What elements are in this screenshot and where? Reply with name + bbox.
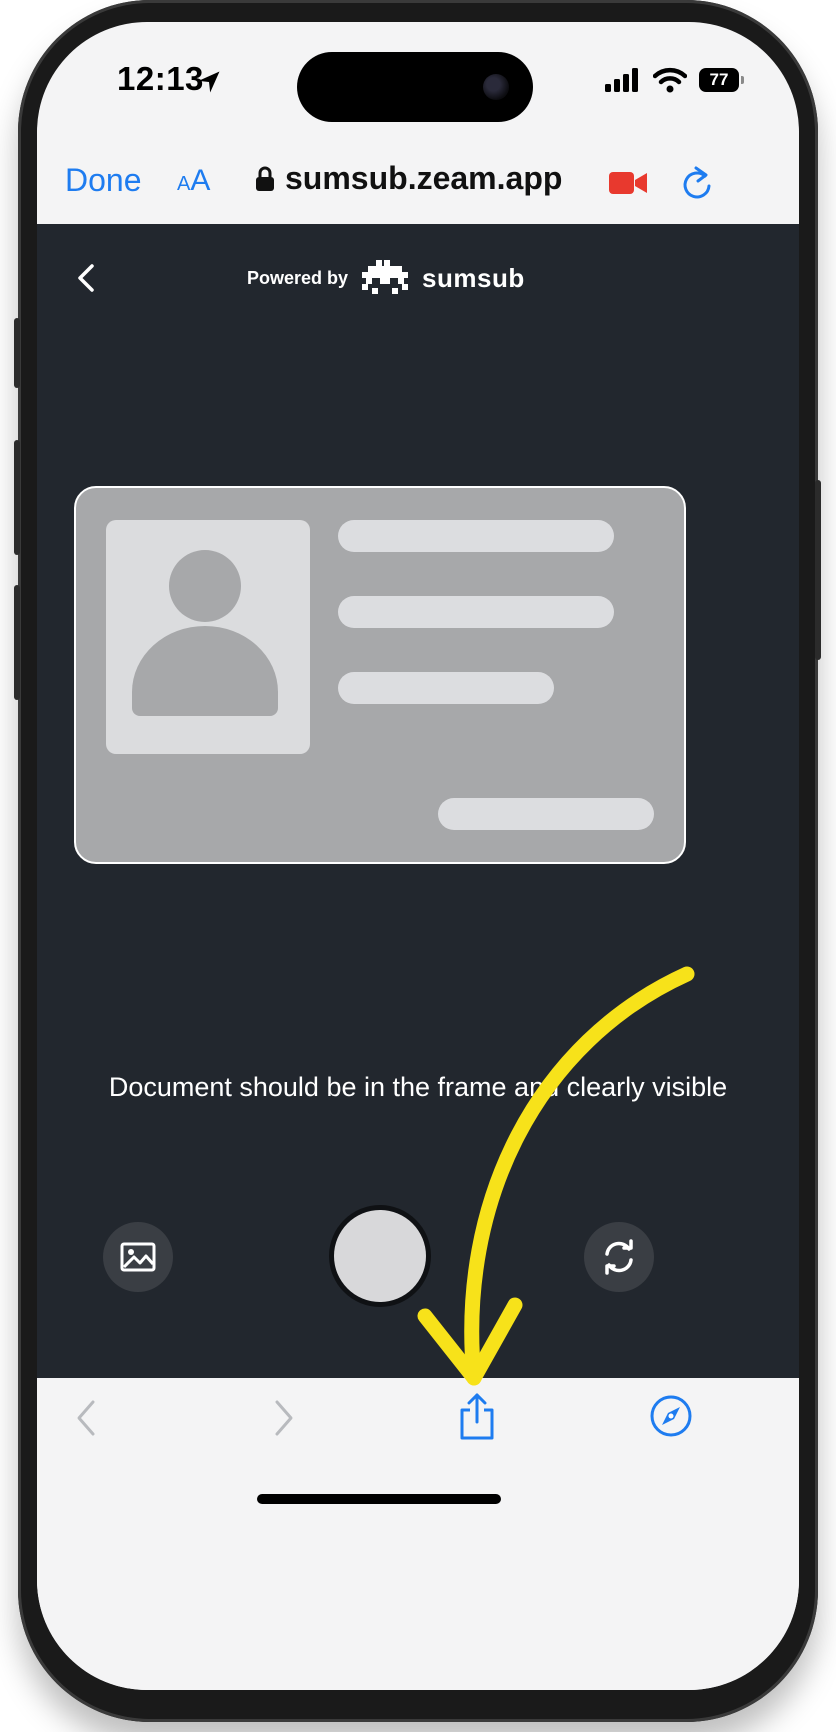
id-text-line <box>338 672 554 704</box>
done-button[interactable]: Done <box>65 162 142 199</box>
back-icon[interactable] <box>73 1396 99 1440</box>
volume-down-button <box>14 585 20 700</box>
power-button <box>815 480 821 660</box>
forward-icon[interactable] <box>271 1396 297 1440</box>
video-record-icon[interactable] <box>609 170 647 196</box>
person-silhouette-icon <box>132 550 278 716</box>
id-text-line <box>338 520 614 552</box>
text-size-button[interactable]: AA <box>177 164 210 198</box>
compass-icon[interactable] <box>649 1394 693 1438</box>
wifi-icon <box>653 67 687 93</box>
web-content: Powered by sumsub Document should be in … <box>37 224 799 1424</box>
home-indicator <box>257 1494 501 1504</box>
back-chevron-icon[interactable] <box>75 262 97 294</box>
share-icon[interactable] <box>457 1392 497 1442</box>
dynamic-island <box>297 52 533 122</box>
phone-screen: 12:13 77 Done AA sumsub.zeam.app Powered… <box>37 22 799 1690</box>
id-text-line <box>338 596 614 628</box>
document-frame <box>74 486 686 864</box>
front-camera <box>483 74 509 100</box>
browser-top-bar: Done AA sumsub.zeam.app <box>37 144 799 224</box>
url-text: sumsub.zeam.app <box>285 160 563 196</box>
status-indicators: 77 <box>605 60 744 100</box>
switch-camera-button[interactable] <box>584 1222 654 1292</box>
battery-icon: 77 <box>699 68 744 92</box>
signal-icon <box>605 68 638 92</box>
action-button <box>14 318 20 388</box>
reload-icon[interactable] <box>679 164 715 202</box>
instruction-text: Document should be in the frame and clea… <box>108 1072 728 1102</box>
lock-icon <box>256 166 274 191</box>
sumsub-brand: sumsub <box>422 262 525 293</box>
status-time: 12:13 <box>117 60 204 97</box>
id-photo-placeholder <box>106 520 310 754</box>
gallery-icon <box>120 1242 156 1272</box>
browser-bottom-toolbar <box>37 1378 799 1690</box>
address-bar[interactable]: sumsub.zeam.app <box>255 160 562 197</box>
gallery-button[interactable] <box>103 1222 173 1292</box>
aa-small-label: A <box>177 173 191 195</box>
aa-large-label: A <box>190 164 211 197</box>
powered-by-label: Powered by <box>247 267 349 288</box>
id-text-line <box>438 798 654 830</box>
switch-camera-icon <box>605 1239 633 1275</box>
shutter-button[interactable] <box>334 1210 426 1302</box>
volume-up-button <box>14 440 20 555</box>
location-arrow-icon <box>198 71 220 93</box>
powered-by-header: Powered by sumsub <box>247 260 525 296</box>
sumsub-logo-icon <box>362 260 409 294</box>
